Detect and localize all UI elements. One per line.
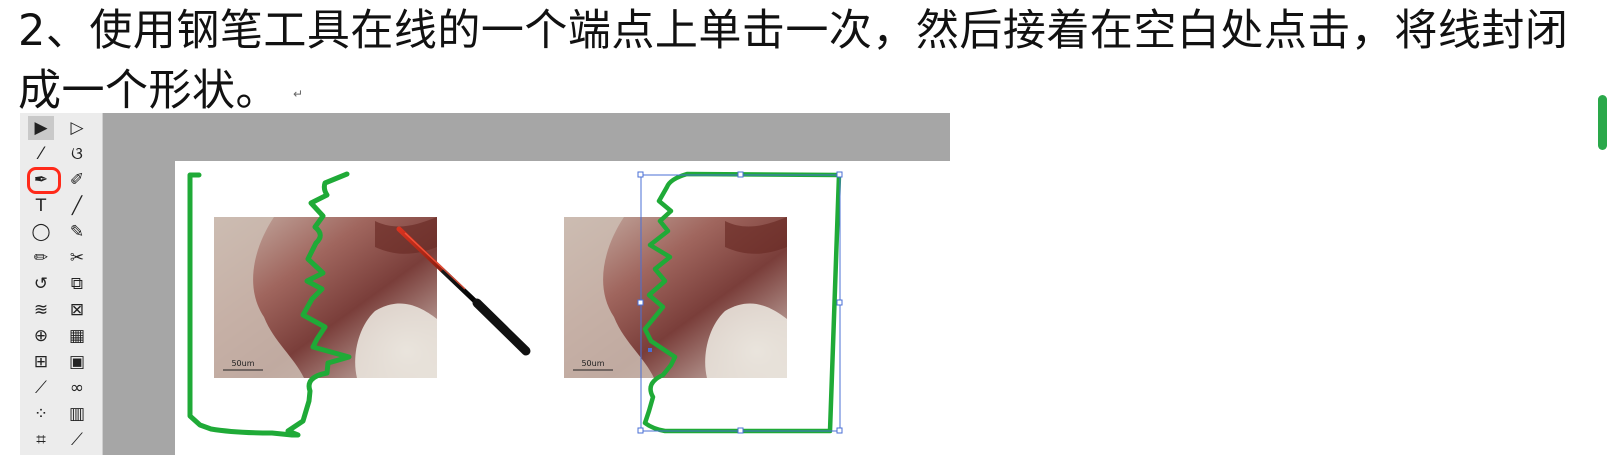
symbol-sprayer-tool-icon[interactable]: ⁘ [28, 402, 54, 426]
paragraph-mark: ↵ [293, 86, 304, 101]
micrograph-right: 50um [564, 217, 787, 378]
instruction-line-1: 2、使用钢笔工具在线的一个端点上单击一次，然后接着在空白处点击，将线封闭 [18, 6, 1569, 56]
micrograph-left: 50um [214, 217, 437, 378]
free-transform-tool-icon[interactable]: ⊠ [64, 298, 90, 322]
tools-panel: ▶ ▷ ⁄ ଓ ✒ ✐ T ╱ ◯ ✎ ✏ ✂ ↺ ⧉ ≋ ⊠ ⊕ ▦ ⊞ ▣ ⟋ ∞ ⁘ ▥ ⌗ ⟋ [20, 113, 103, 455]
scale-label-left: 50um [231, 359, 254, 368]
slice-tool-icon[interactable]: ⟋ [64, 428, 90, 452]
shape-builder-tool-icon[interactable]: ⊕ [28, 324, 54, 348]
artboard[interactable]: 50um 50um [175, 161, 950, 455]
eyedropper-tool-icon[interactable]: ⟋ [28, 376, 54, 400]
column-graph-tool-icon[interactable]: ▥ [64, 402, 90, 426]
type-tool-icon[interactable]: T [28, 194, 54, 218]
instruction-line-2-text: 成一个形状。 [18, 66, 279, 116]
ellipse-tool-icon[interactable]: ◯ [28, 220, 54, 244]
scale-label-right: 50um [581, 359, 604, 368]
instruction-text: 2、使用钢笔工具在线的一个端点上单击一次，然后接着在空白处点击，将线封闭 成一个… [18, 0, 1598, 120]
rotate-tool-icon[interactable]: ↺ [28, 272, 54, 296]
pencil-tool-icon[interactable]: ✏ [28, 246, 54, 270]
artwork: 50um 50um [187, 171, 843, 438]
perspective-grid-tool-icon[interactable]: ▦ [64, 324, 90, 348]
artboard-tool-icon[interactable]: ⌗ [28, 428, 54, 452]
direct-selection-tool-icon[interactable]: ▷ [64, 116, 90, 140]
scissors-tool-icon[interactable]: ✂ [64, 246, 90, 270]
lasso-tool-icon[interactable]: ଓ [64, 142, 90, 166]
magic-wand-tool-icon[interactable]: ⁄ [28, 142, 54, 166]
instruction-line-2: 成一个形状。 ↵ [18, 60, 1598, 120]
pen-tool-icon[interactable]: ✒ [28, 168, 54, 192]
mesh-tool-icon[interactable]: ⊞ [28, 350, 54, 374]
scrollbar-thumb[interactable] [1598, 95, 1607, 150]
scale-tool-icon[interactable]: ⧉ [64, 272, 90, 296]
paintbrush-tool-icon[interactable]: ✎ [64, 220, 90, 244]
selection-tool-icon[interactable]: ▶ [28, 116, 54, 140]
width-tool-icon[interactable]: ≋ [28, 298, 54, 322]
illustrator-screenshot: ▶ ▷ ⁄ ଓ ✒ ✐ T ╱ ◯ ✎ ✏ ✂ ↺ ⧉ ≋ ⊠ ⊕ ▦ ⊞ ▣ ⟋ ∞ ⁘ ▥ ⌗ ⟋ [20, 113, 950, 455]
curvature-tool-icon[interactable]: ✐ [64, 168, 90, 192]
line-segment-tool-icon[interactable]: ╱ [64, 194, 90, 218]
blend-tool-icon[interactable]: ∞ [64, 376, 90, 400]
gradient-tool-icon[interactable]: ▣ [64, 350, 90, 374]
